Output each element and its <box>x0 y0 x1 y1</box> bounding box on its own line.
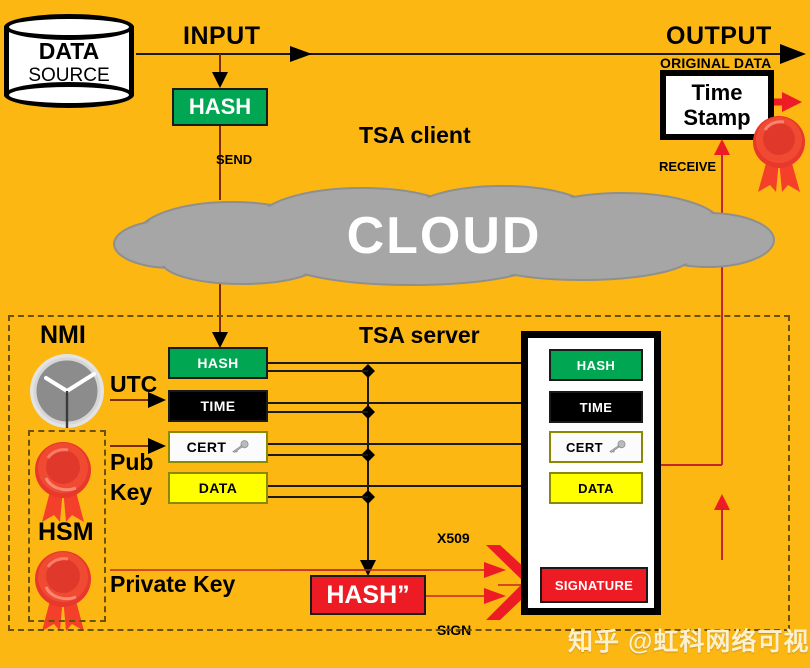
client-hash-box[interactable]: HASH <box>172 88 268 126</box>
data-source-line1: DATA <box>38 38 100 64</box>
data-source-line2: SOURCE <box>28 65 110 86</box>
send-label: SEND <box>216 152 253 167</box>
time-stamp-line2: Stamp <box>683 105 751 130</box>
cloud-label: CLOUD <box>346 207 542 265</box>
hsm-boundary <box>28 430 106 622</box>
watermark-text: 知乎 @虹科网络可视化与... <box>568 628 810 656</box>
data-source-cylinder: DATA SOURCE <box>4 14 138 108</box>
tsa-server-boundary <box>8 315 790 631</box>
original-data-label: ORIGINAL DATA <box>660 55 772 71</box>
wax-seal-icon-output <box>748 110 810 194</box>
diagram-canvas: CLOUD DATA SOURCE INPUT OUTPUT ORIGINAL … <box>0 0 810 668</box>
output-label: OUTPUT <box>666 22 772 50</box>
input-arrowhead <box>290 46 312 62</box>
data-source-text: DATA SOURCE <box>4 38 134 88</box>
output-arrowhead <box>780 44 806 64</box>
receive-label: RECEIVE <box>659 159 717 174</box>
input-label: INPUT <box>183 22 261 50</box>
tsa-client-label: TSA client <box>359 122 471 148</box>
cylinder-top <box>4 14 134 40</box>
time-stamp-line1: Time <box>691 80 743 105</box>
cloud-shape: CLOUD <box>112 178 776 286</box>
